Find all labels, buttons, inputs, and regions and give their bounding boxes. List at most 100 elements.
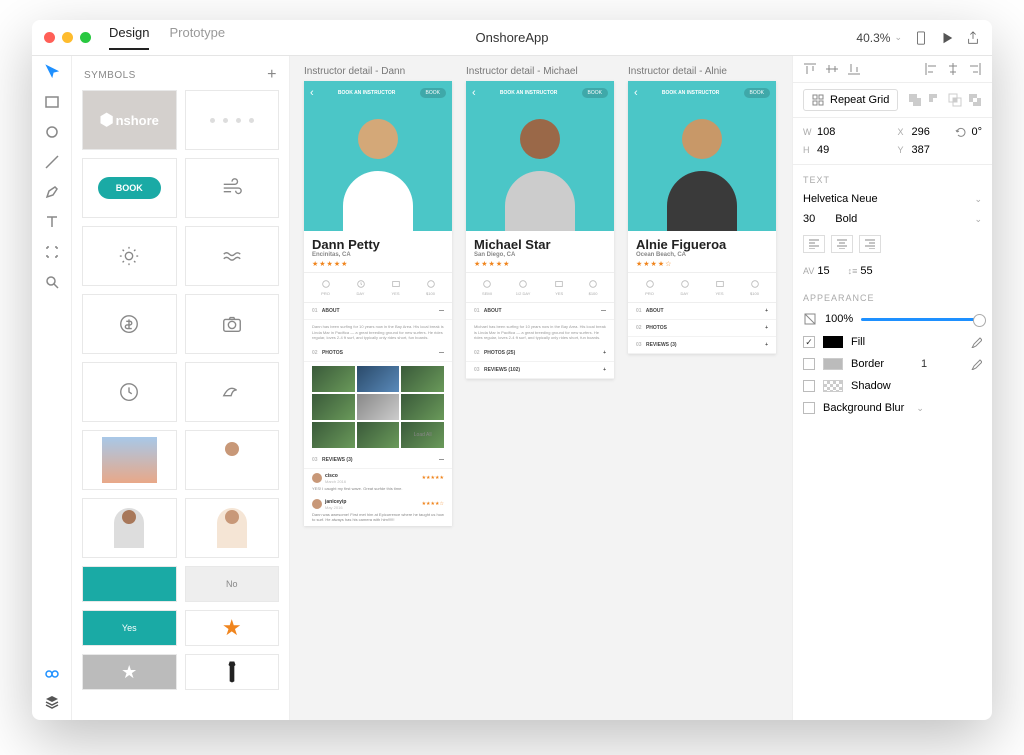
document-title: OnshoreApp (476, 30, 549, 45)
symbols-panel-icon[interactable] (44, 666, 60, 682)
bgblur-checkbox[interactable] (803, 402, 815, 414)
ellipse-tool-icon[interactable] (44, 124, 60, 140)
path-subtract-icon[interactable] (928, 93, 942, 107)
height-input[interactable]: 49 (817, 144, 829, 156)
load-all-button: Load All (401, 422, 444, 448)
book-button: BOOK (420, 88, 446, 98)
artboard-label: Instructor detail - Alnie (628, 66, 776, 77)
path-intersect-icon[interactable] (948, 93, 962, 107)
add-symbol-button[interactable]: + (267, 66, 277, 84)
x-input[interactable]: 296 (912, 126, 930, 138)
symbol-camera-icon[interactable] (185, 294, 280, 354)
text-align-group (793, 229, 992, 259)
play-icon[interactable] (940, 31, 954, 45)
path-union-icon[interactable] (908, 93, 922, 107)
fill-swatch[interactable] (823, 336, 843, 348)
text-tool-icon[interactable] (44, 214, 60, 230)
font-family-select[interactable]: Helvetica Neue⌄ (793, 189, 992, 209)
about-text: Dann has been surfing for 10 years now i… (304, 320, 452, 345)
y-input[interactable]: 387 (912, 144, 930, 156)
artboard-tool-icon[interactable] (44, 244, 60, 260)
symbol-wind-icon[interactable] (185, 158, 280, 218)
chevron-down-icon: ⌄ (894, 32, 902, 43)
text-align-right-icon[interactable] (859, 235, 881, 253)
align-hcenter-icon[interactable] (946, 62, 960, 76)
text-align-left-icon[interactable] (803, 235, 825, 253)
appearance-section-heading: APPEARANCE (793, 283, 992, 307)
share-icon[interactable] (966, 31, 980, 45)
symbol-logo[interactable]: ⬢nshore (82, 90, 177, 150)
font-weight-select[interactable]: Bold (835, 213, 857, 225)
symbol-wave-icon[interactable] (185, 362, 280, 422)
app-body: SYMBOLS + ⬢nshore BOOK No Yes (32, 56, 992, 720)
shadow-checkbox[interactable] (803, 380, 815, 392)
symbol-sun-icon[interactable] (82, 226, 177, 286)
symbol-photo-4[interactable] (185, 498, 280, 558)
repeat-grid-button[interactable]: Repeat Grid (803, 89, 898, 111)
zoom-display[interactable]: 40.3% ⌄ (856, 31, 902, 45)
app-window: Design Prototype OnshoreApp 40.3% ⌄ (32, 20, 992, 720)
symbol-star-icon[interactable]: ★ (185, 610, 280, 646)
tracking-input[interactable]: 15 (817, 265, 829, 277)
width-input[interactable]: 108 (817, 126, 835, 138)
align-top-icon[interactable] (803, 62, 817, 76)
symbol-water-icon[interactable] (185, 226, 280, 286)
symbol-star-grey[interactable]: ★ (82, 654, 177, 690)
titlebar: Design Prototype OnshoreApp 40.3% ⌄ (32, 20, 992, 56)
tab-prototype[interactable]: Prototype (169, 25, 225, 50)
artboard-alnie[interactable]: Instructor detail - Alnie ‹ BOOK AN INST… (628, 66, 776, 354)
symbol-yes-button[interactable]: Yes (82, 610, 177, 646)
canvas[interactable]: Instructor detail - Dann ‹ BOOK AN INSTR… (290, 56, 792, 720)
chevron-down-icon[interactable]: ⌄ (916, 403, 924, 414)
layers-panel-icon[interactable] (44, 694, 60, 710)
artboard-dann[interactable]: Instructor detail - Dann ‹ BOOK AN INSTR… (304, 66, 452, 526)
artboard-michael[interactable]: Instructor detail - Michael ‹ BOOK AN IN… (466, 66, 614, 379)
close-window-icon[interactable] (44, 32, 55, 43)
align-left-icon[interactable] (924, 62, 938, 76)
select-tool-icon[interactable] (44, 64, 60, 80)
symbol-teal-bar[interactable] (82, 566, 177, 602)
border-width-input[interactable]: 1 (921, 358, 927, 370)
symbol-price-icon[interactable] (82, 294, 177, 354)
eyedropper-icon[interactable] (970, 336, 982, 348)
border-checkbox[interactable] (803, 358, 815, 370)
symbol-wetsuit-icon[interactable] (185, 654, 280, 690)
symbol-clock-icon[interactable] (82, 362, 177, 422)
opacity-value[interactable]: 100% (825, 313, 853, 325)
path-exclude-icon[interactable] (968, 93, 982, 107)
symbols-heading: SYMBOLS (84, 70, 136, 81)
symbol-book-button[interactable]: BOOK (82, 158, 177, 218)
tab-design[interactable]: Design (109, 25, 149, 50)
dimensions-section: W108 X296 H49 Y387 0° (793, 118, 992, 165)
back-icon: ‹ (472, 87, 476, 99)
leading-input[interactable]: 55 (860, 265, 872, 277)
font-size-input[interactable]: 30 (803, 213, 815, 225)
shadow-swatch[interactable] (823, 380, 843, 392)
align-right-icon[interactable] (968, 62, 982, 76)
text-align-center-icon[interactable] (831, 235, 853, 253)
symbols-grid: ⬢nshore BOOK No Yes ★ ★ (72, 90, 289, 690)
align-bottom-icon[interactable] (847, 62, 861, 76)
minimize-window-icon[interactable] (62, 32, 73, 43)
symbol-photo-2[interactable] (185, 430, 280, 490)
symbol-no-button[interactable]: No (185, 566, 280, 602)
opacity-slider[interactable] (861, 318, 982, 321)
rotate-input[interactable]: 0° (971, 126, 982, 138)
fill-checkbox[interactable] (803, 336, 815, 348)
zoom-tool-icon[interactable] (44, 274, 60, 290)
eyedropper-icon[interactable] (970, 358, 982, 370)
symbol-photo-3[interactable] (82, 498, 177, 558)
zoom-window-icon[interactable] (80, 32, 91, 43)
bgblur-label: Background Blur (823, 402, 904, 414)
line-tool-icon[interactable] (44, 154, 60, 170)
instructor-name: Dann Petty (312, 237, 444, 252)
pen-tool-icon[interactable] (44, 184, 60, 200)
border-swatch[interactable] (823, 358, 843, 370)
align-vcenter-icon[interactable] (825, 62, 839, 76)
symbol-carousel-dots[interactable] (185, 90, 280, 150)
inspector-panel: Repeat Grid W108 X296 H49 Y387 0° TEXT H… (792, 56, 992, 720)
symbol-photo-1[interactable] (82, 430, 177, 490)
device-preview-icon[interactable] (914, 31, 928, 45)
photo-grid: Load All (304, 362, 452, 452)
rectangle-tool-icon[interactable] (44, 94, 60, 110)
